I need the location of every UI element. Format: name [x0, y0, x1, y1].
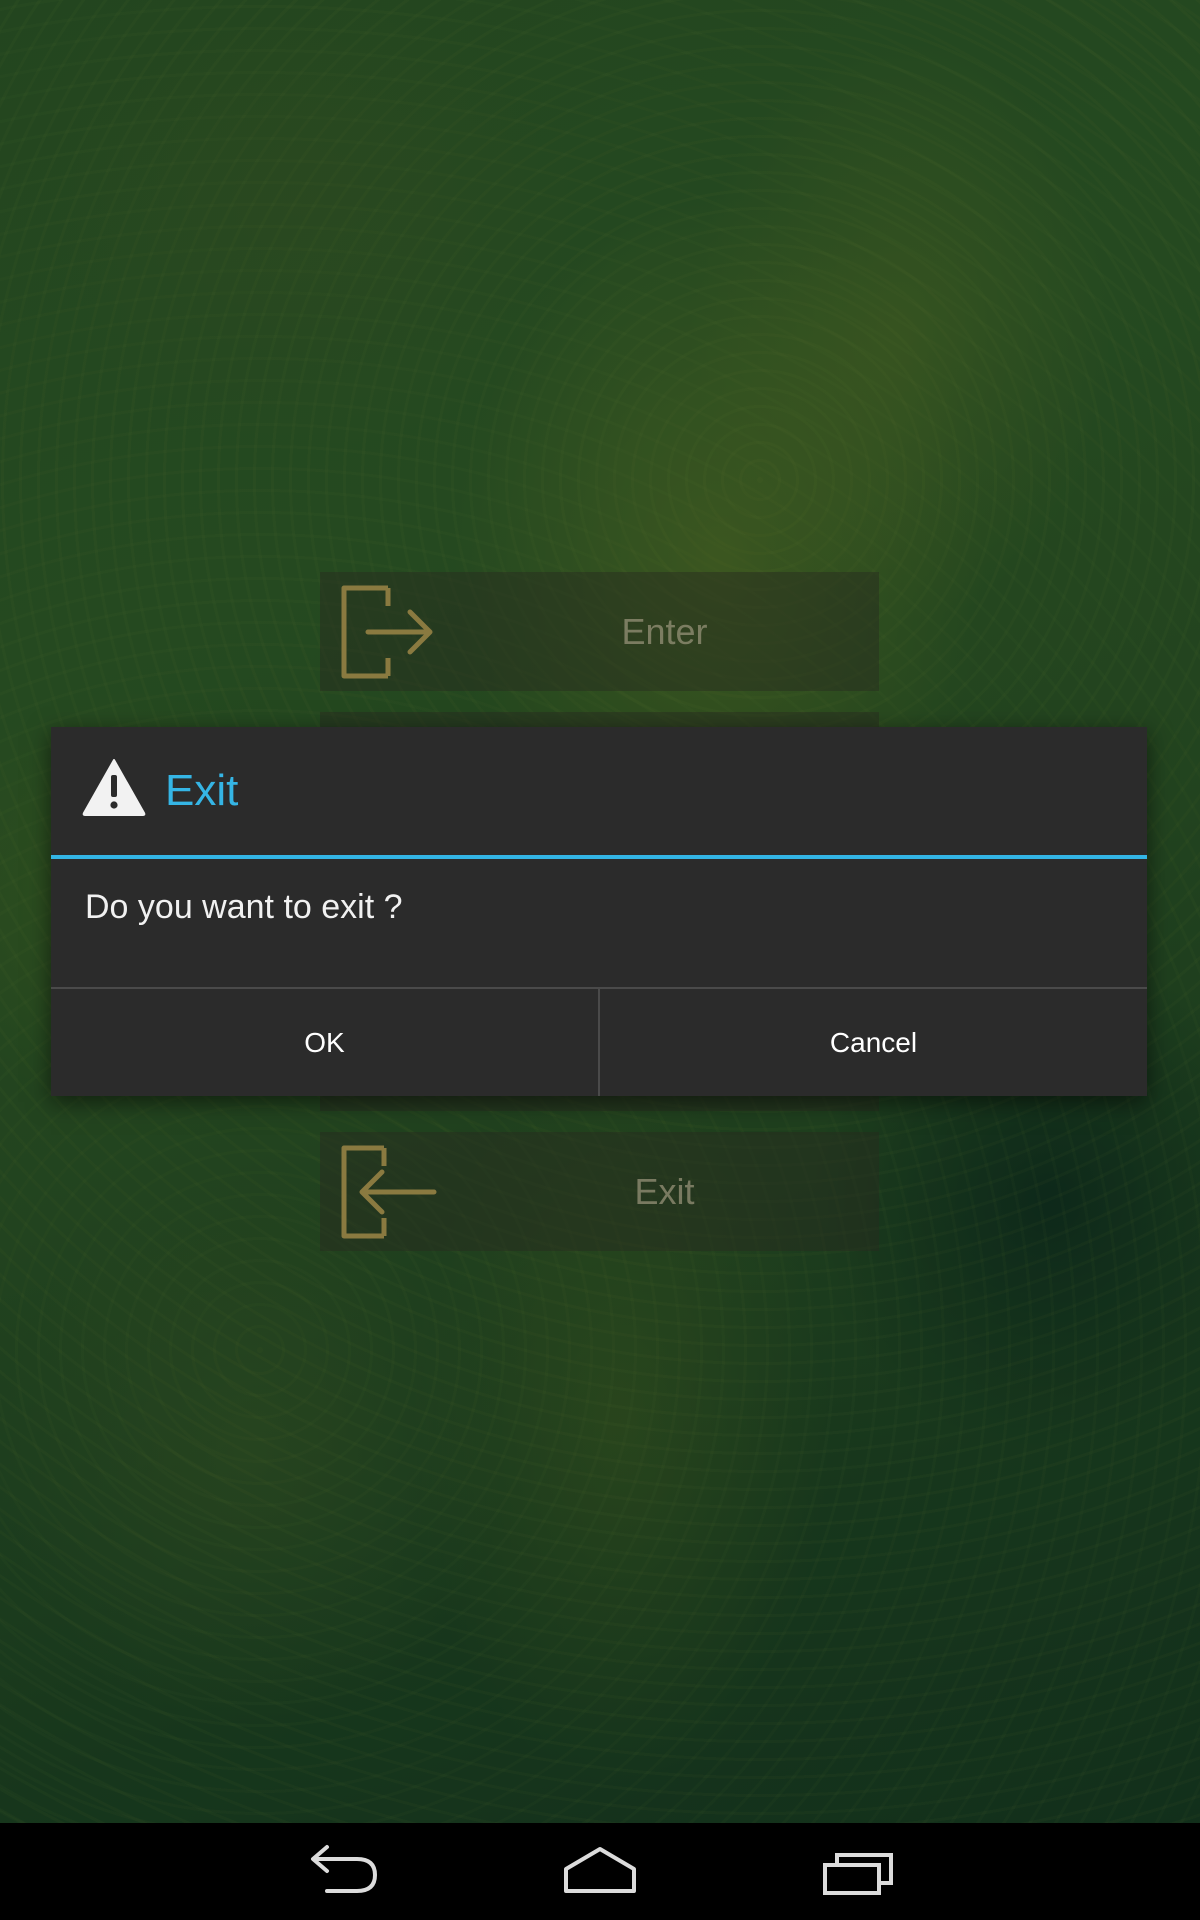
menu-button-label: Enter [621, 611, 708, 652]
back-icon[interactable] [293, 1837, 393, 1907]
dialog-message: Do you want to exit ? [85, 888, 403, 926]
exit-icon [338, 1144, 438, 1240]
dialog-header: Exit [51, 727, 1147, 855]
menu-button-label: Exit [634, 1171, 695, 1212]
exit-dialog: Exit Do you want to exit ? OK Cancel [51, 727, 1147, 1096]
ok-button[interactable]: OK [51, 989, 598, 1096]
cancel-button[interactable]: Cancel [600, 989, 1147, 1096]
screen: Enter Exit Exit Do you want to exit ? OK… [0, 0, 1200, 1920]
dialog-title: Exit [165, 766, 239, 815]
enter-icon [338, 584, 438, 680]
menu-button-exit: Exit [320, 1132, 879, 1251]
home-icon[interactable] [550, 1837, 650, 1907]
warning-icon [81, 757, 147, 817]
dialog-button-bar: OK Cancel [51, 987, 1147, 1096]
recent-apps-icon[interactable] [807, 1837, 907, 1907]
menu-button-enter: Enter [320, 572, 879, 691]
navigation-bar [0, 1823, 1200, 1920]
